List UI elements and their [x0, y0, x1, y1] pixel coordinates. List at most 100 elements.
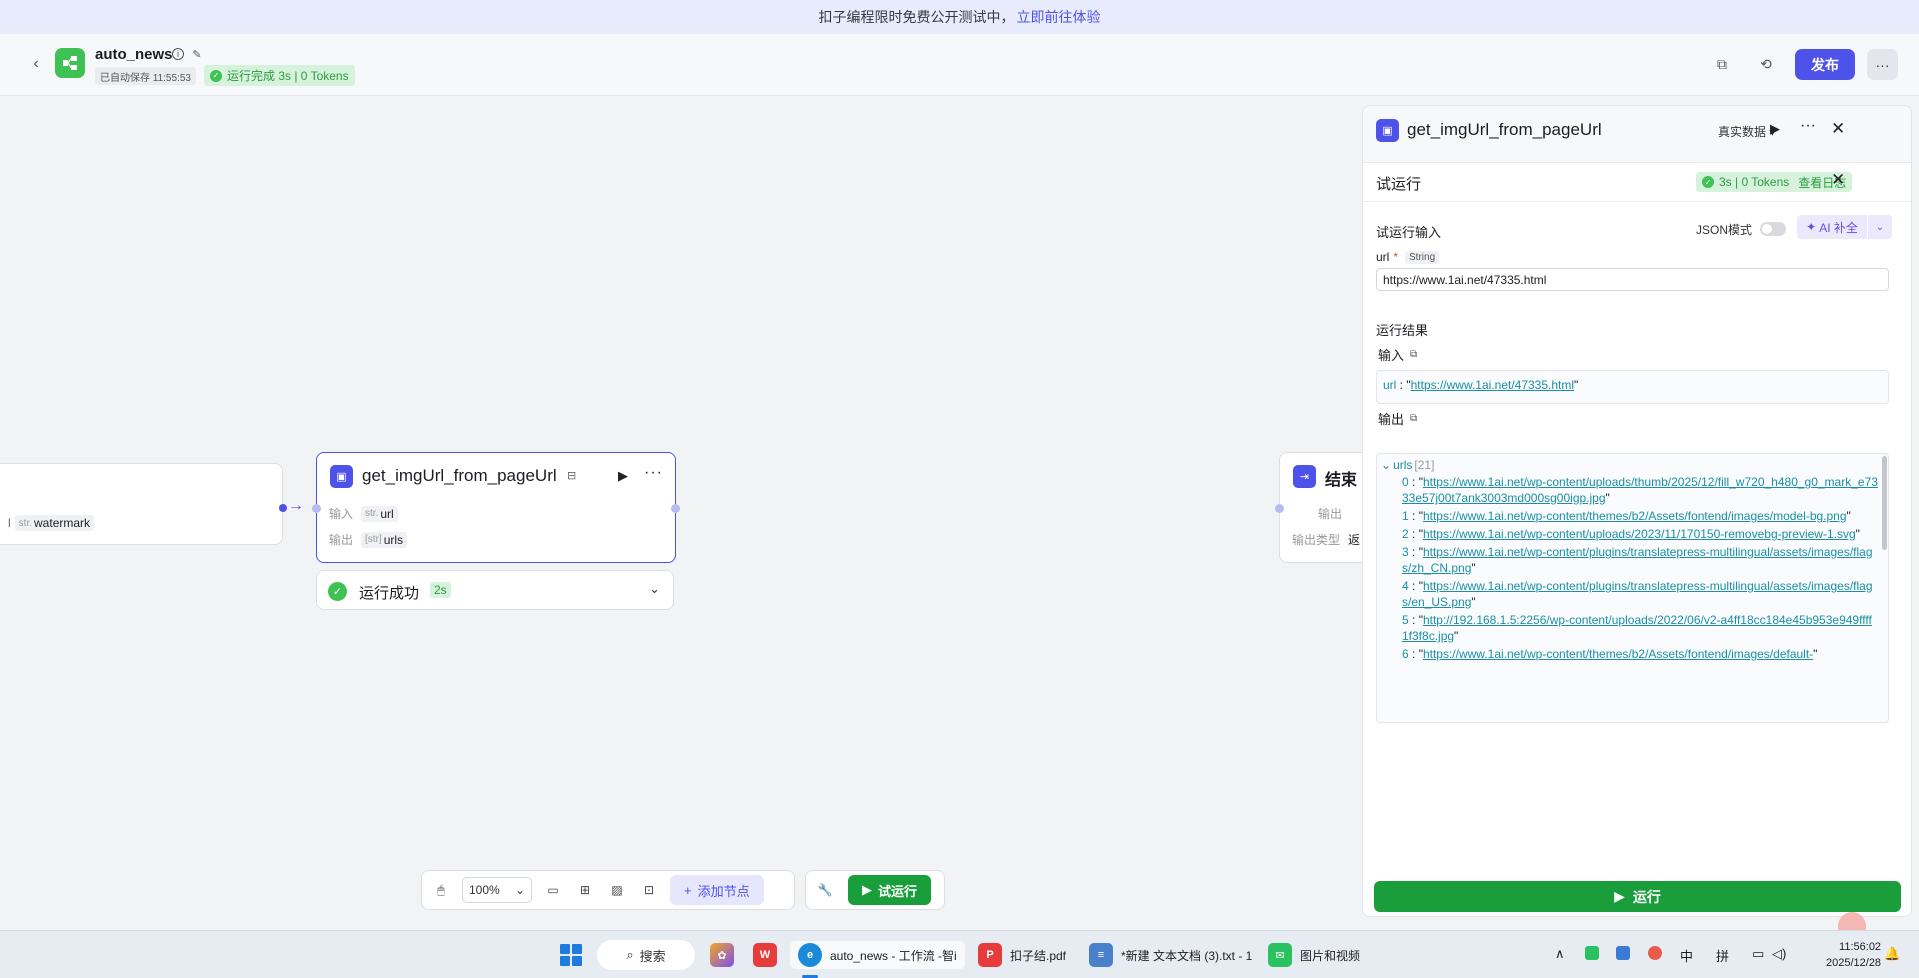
app-tray-icon[interactable]: [1616, 946, 1630, 963]
copy-icon[interactable]: ⧉: [1710, 52, 1734, 76]
pdf-app[interactable]: P 扣子结.pdf: [978, 941, 1066, 969]
output-url-item: 5 : "http://192.168.1.5:2256/wp-content/…: [1402, 613, 1872, 643]
os-taskbar: ⌕ 搜索 ✿ W e auto_news - 工作流 -智i P 扣子结.pdf…: [0, 930, 1919, 978]
output-url-link[interactable]: https://www.1ai.net/wp-content/themes/b2…: [1423, 647, 1813, 661]
start-button[interactable]: [560, 941, 582, 969]
taskbar-search[interactable]: ⌕ 搜索: [597, 940, 695, 970]
output-url-link[interactable]: https://www.1ai.net/wp-content/themes/b2…: [1423, 509, 1847, 523]
output-url-link[interactable]: https://www.1ai.net/wp-content/uploads/t…: [1402, 475, 1878, 505]
urls-tree-head[interactable]: ⌄ urls [21]: [1381, 458, 1878, 472]
node-input-row: 输入 str. url: [329, 505, 398, 522]
add-node-button[interactable]: + 添加节点: [670, 875, 764, 905]
panel-more-icon[interactable]: ···: [1800, 117, 1816, 135]
output-url-link[interactable]: http://192.168.1.5:2256/wp-content/uploa…: [1402, 613, 1872, 643]
edit-icon[interactable]: ✎: [190, 47, 204, 61]
trial-run-button[interactable]: ▶ 试运行: [848, 875, 932, 905]
notification-bell-icon[interactable]: 🔔: [1884, 946, 1900, 962]
panel-run-icon[interactable]: ▶: [1770, 121, 1780, 137]
output-name: urls: [383, 532, 404, 547]
url-input[interactable]: https://www.1ai.net/47335.html: [1376, 268, 1889, 291]
plugin-node[interactable]: ▣ get_imgUrl_from_pageUrl ⊟ ▶ ··· 输入 str…: [316, 452, 676, 563]
data-mode-value: 真实数据: [1718, 125, 1767, 139]
minimap-icon[interactable]: ⊡: [638, 879, 660, 901]
promo-banner: 扣子编程限时免费公开测试中， 立即前往体验: [0, 0, 1919, 34]
layout-icon[interactable]: ⊞: [574, 879, 596, 901]
end-node[interactable]: ⇥ 结束 输出 输出类型 返: [1279, 452, 1369, 563]
mouse-mode-icon[interactable]: 🖱: [430, 879, 452, 901]
url-index: 2: [1402, 527, 1409, 541]
start-node[interactable]: l str. watermark: [0, 463, 283, 545]
notepad-app[interactable]: ≡ *新建 文本文档 (3).txt - 1: [1089, 941, 1252, 969]
app-title: auto_news: [95, 46, 173, 63]
wechat-app[interactable]: ✉ 图片和视频: [1268, 941, 1360, 969]
edge-app[interactable]: e auto_news - 工作流 -智i: [790, 941, 965, 969]
info-icon[interactable]: i: [172, 48, 184, 60]
ai-fill-button[interactable]: ✦ AI 补全: [1797, 215, 1867, 239]
run-status-text: 运行完成 3s | 0 Tokens: [227, 69, 349, 83]
input-label: 输入: [329, 507, 354, 521]
output-url-item: 3 : "https://www.1ai.net/wp-content/plug…: [1402, 545, 1873, 575]
end-type-row: 输出类型 返: [1292, 531, 1360, 548]
trial-status-text: 3s | 0 Tokens: [1719, 175, 1790, 189]
output-scrollbar[interactable]: [1882, 456, 1887, 550]
copy-icon[interactable]: ⧉: [1410, 413, 1417, 424]
copy-icon[interactable]: ⧉: [1410, 349, 1417, 360]
display-icon[interactable]: ▭: [1752, 946, 1764, 962]
run-result-section: 运行结果: [1376, 323, 1429, 338]
publish-button[interactable]: 发布: [1795, 49, 1855, 80]
start-node-output-port[interactable]: [279, 504, 287, 512]
ai-fill-dropdown[interactable]: ⌄: [1868, 215, 1892, 239]
ime-language[interactable]: 中: [1680, 946, 1693, 965]
ime-mode[interactable]: 拼: [1716, 946, 1729, 965]
data-mode-select[interactable]: 真实数据 ▾: [1718, 123, 1775, 140]
sparkle-icon: ✦: [1806, 220, 1817, 234]
wps-app[interactable]: W: [753, 941, 777, 969]
output-url-item: 4 : "https://www.1ai.net/wp-content/plug…: [1402, 579, 1873, 609]
wechat-tray-icon[interactable]: [1585, 946, 1599, 963]
banner-link[interactable]: 立即前往体验: [1017, 7, 1101, 27]
comment-icon[interactable]: ▭: [542, 879, 564, 901]
plugin-node-input-port[interactable]: [312, 504, 321, 513]
back-icon[interactable]: ‹: [26, 54, 46, 74]
trial-close-icon[interactable]: ✕: [1831, 170, 1845, 190]
clock-time: 11:56:02: [1839, 941, 1882, 953]
chevron-down-icon[interactable]: ⌄: [649, 581, 660, 597]
node-more-icon[interactable]: ···: [644, 464, 663, 482]
run-success-text: 运行成功: [359, 585, 420, 602]
end-node-input-port[interactable]: [1275, 504, 1284, 513]
input-url-link[interactable]: https://www.1ai.net/47335.html: [1411, 378, 1574, 392]
param-name: watermark: [34, 516, 91, 530]
tray-expand-icon[interactable]: ∧: [1555, 946, 1565, 962]
windows-icon: [560, 944, 582, 966]
run-result-bar[interactable]: ✓ 运行成功 2s ⌄: [316, 570, 674, 610]
pdf-label: 扣子结.pdf: [1010, 948, 1067, 963]
output-chip: [str] urls: [361, 531, 408, 548]
run-button[interactable]: ▶ 运行: [1374, 881, 1901, 912]
copilot-app[interactable]: ✿: [710, 941, 734, 969]
plugin-node-output-port[interactable]: [671, 504, 680, 513]
zoom-select[interactable]: 100% ⌄: [462, 877, 532, 903]
input-chip: str. url: [361, 505, 398, 522]
wrench-icon[interactable]: 🔧: [814, 879, 836, 901]
assistant-tray-icon[interactable]: [1648, 946, 1662, 963]
output-url-item: 0 : "https://www.1ai.net/wp-content/uplo…: [1402, 475, 1878, 505]
node-run-icon[interactable]: ▶: [618, 468, 628, 484]
field-name: url: [1376, 250, 1390, 264]
more-button[interactable]: ···: [1867, 49, 1898, 80]
volume-icon[interactable]: ◁): [1772, 946, 1786, 962]
clock[interactable]: 11:56:02 2025/12/28: [1826, 939, 1881, 971]
canvas-toolbar: 🖱 100% ⌄ ▭ ⊞ ▨ ⊡ + 添加节点: [421, 870, 795, 910]
output-url-item: 1 : "https://www.1ai.net/wp-content/them…: [1402, 509, 1851, 523]
result-output-box[interactable]: ⌄ urls [21] 0 : "https://www.1ai.net/wp-…: [1376, 453, 1889, 723]
chevron-down-icon: ⌄: [514, 883, 525, 897]
output-url-link[interactable]: https://www.1ai.net/wp-content/uploads/2…: [1423, 527, 1856, 541]
result-input-box: url : "https://www.1ai.net/47335.html": [1376, 370, 1889, 404]
json-mode-toggle[interactable]: [1760, 222, 1786, 236]
pdf-icon: P: [978, 943, 1002, 967]
history-icon[interactable]: ⟲: [1754, 52, 1778, 76]
panel-close-icon[interactable]: ✕: [1831, 119, 1845, 139]
panel-title: get_imgUrl_from_pageUrl: [1407, 120, 1602, 139]
notepad-icon: ≡: [1089, 943, 1113, 967]
result-output-label: 输出: [1378, 412, 1405, 427]
image-icon[interactable]: ▨: [606, 879, 628, 901]
